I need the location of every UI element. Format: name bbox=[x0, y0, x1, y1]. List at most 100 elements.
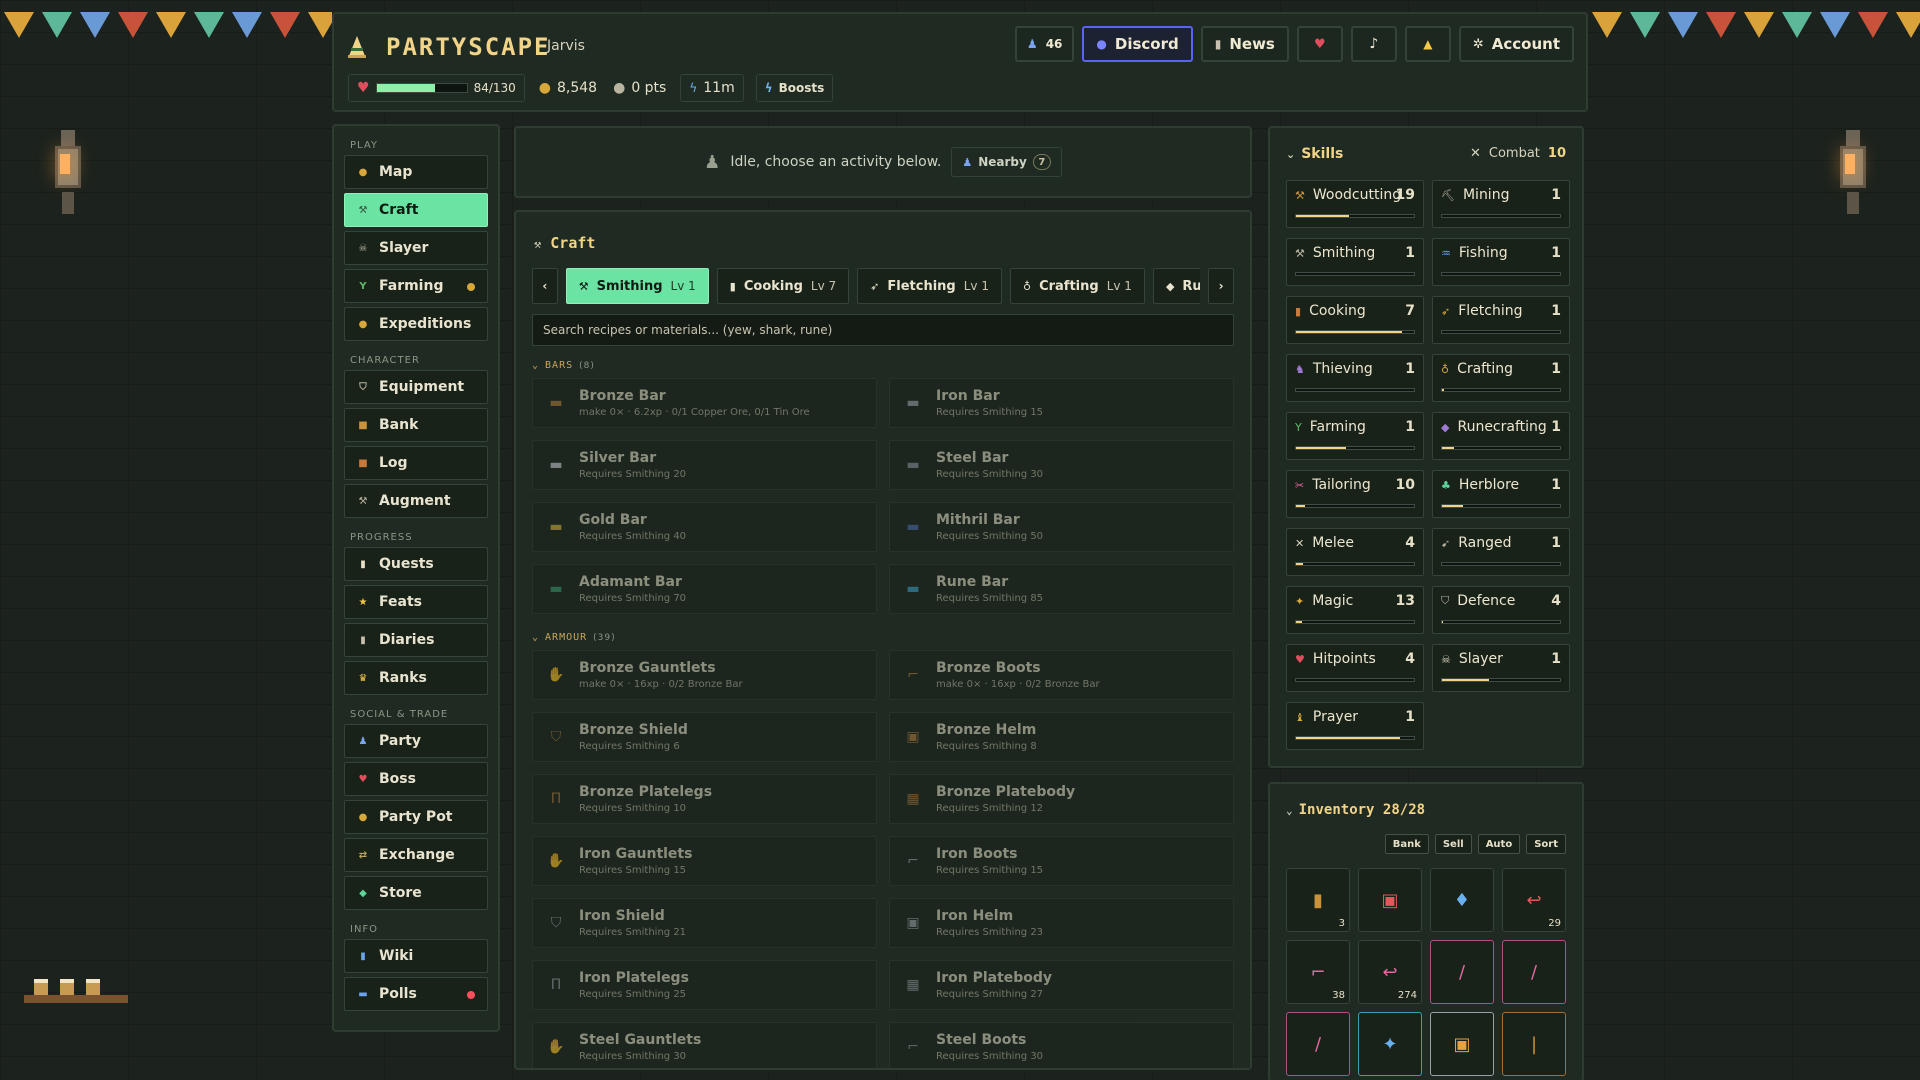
tab-cooking[interactable]: ▮ Cooking Lv 7 bbox=[716, 268, 850, 304]
recipe-rune-bar[interactable]: ▬ Rune Bar Requires Smithing 85 bbox=[889, 564, 1234, 614]
sidebar-item-store[interactable]: ◆ Store bbox=[344, 876, 488, 910]
inventory-slot[interactable]: ▣ bbox=[1430, 1012, 1494, 1076]
tab-fletching[interactable]: ➶ Fletching Lv 1 bbox=[857, 268, 1002, 304]
inventory-slot[interactable]: ⌐ 38 bbox=[1286, 940, 1350, 1004]
skill-crafting[interactable]: ♁ Crafting 1 bbox=[1432, 354, 1570, 402]
inventory-slot[interactable]: / bbox=[1286, 1012, 1350, 1076]
skill-farming[interactable]: Y Farming 1 bbox=[1286, 412, 1424, 460]
tabs-next-button[interactable]: › bbox=[1208, 268, 1235, 304]
sidebar-item-boss[interactable]: ♥ Boss bbox=[344, 762, 488, 796]
favorite-button[interactable]: ♥ bbox=[1296, 26, 1343, 62]
recipe-steel-boots[interactable]: ⌐ Steel Boots Requires Smithing 30 bbox=[889, 1022, 1234, 1068]
recipe-silver-bar[interactable]: ▬ Silver Bar Requires Smithing 20 bbox=[532, 440, 877, 490]
sidebar-item-log[interactable]: ■ Log bbox=[344, 446, 488, 480]
tab-runecrafting[interactable]: ◆ Runecrafting bbox=[1152, 268, 1201, 304]
recipe-gold-bar[interactable]: ▬ Gold Bar Requires Smithing 40 bbox=[532, 502, 877, 552]
recipe-bronze-bar[interactable]: ▬ Bronze Bar make 0× · 6.2xp · 0/1 Copper … bbox=[532, 378, 877, 428]
recipe-bronze-gauntlets[interactable]: ✋ Bronze Gauntlets make 0× · 16xp · 0/2 Br… bbox=[532, 650, 877, 700]
sidebar-item-polls[interactable]: ▬ Polls bbox=[344, 977, 488, 1011]
sidebar-item-farming[interactable]: Y Farming bbox=[344, 269, 488, 303]
online-count-button[interactable]: ♟ 46 bbox=[1014, 26, 1075, 62]
tabs-prev-button[interactable]: ‹ bbox=[532, 268, 558, 304]
sidebar-item-exchange[interactable]: ⇄ Exchange bbox=[344, 838, 488, 872]
skill-cooking[interactable]: ▮ Cooking 7 bbox=[1286, 296, 1424, 344]
sidebar-item-bank[interactable]: ■ Bank bbox=[344, 408, 488, 442]
skill-tailoring[interactable]: ✂ Tailoring 10 bbox=[1286, 470, 1424, 518]
sidebar-item-expeditions[interactable]: ● Expeditions bbox=[344, 307, 488, 341]
recipe-iron-bar[interactable]: ▬ Iron Bar Requires Smithing 15 bbox=[889, 378, 1234, 428]
recipe-search-input[interactable] bbox=[532, 314, 1234, 346]
recipe-iron-shield[interactable]: ⛉ Iron Shield Requires Smithing 21 bbox=[532, 898, 877, 948]
recipe-bronze-shield[interactable]: ⛉ Bronze Shield Requires Smithing 6 bbox=[532, 712, 877, 762]
tab-label: Fletching bbox=[887, 278, 956, 294]
skill-defence[interactable]: ⛉ Defence 4 bbox=[1432, 586, 1570, 634]
inventory-slot[interactable]: ♦ bbox=[1430, 868, 1494, 932]
skill-thieving[interactable]: ♞ Thieving 1 bbox=[1286, 354, 1424, 402]
inventory-slot[interactable]: ↩ 274 bbox=[1358, 940, 1422, 1004]
recipe-mithril-bar[interactable]: ▬ Mithril Bar Requires Smithing 50 bbox=[889, 502, 1234, 552]
inventory-auto-button[interactable]: Auto bbox=[1477, 834, 1521, 854]
notifications-button[interactable]: ▲ bbox=[1404, 26, 1451, 62]
sidebar-item-feats[interactable]: ★ Feats bbox=[344, 585, 488, 619]
skill-slayer[interactable]: ☠ Slayer 1 bbox=[1432, 644, 1570, 692]
skill-herblore[interactable]: ♣ Herblore 1 bbox=[1432, 470, 1570, 518]
inventory-slot[interactable]: / bbox=[1502, 940, 1566, 1004]
inventory-slot[interactable]: ▮ 3 bbox=[1286, 868, 1350, 932]
sidebar-item-diaries[interactable]: ▮ Diaries bbox=[344, 623, 488, 657]
music-button[interactable]: ♪ bbox=[1350, 26, 1397, 62]
skill-mining[interactable]: ⛏ Mining 1 bbox=[1432, 180, 1570, 228]
recipe-bronze-platebody[interactable]: ▦ Bronze Platebody Requires Smithing 12 bbox=[889, 774, 1234, 824]
inventory-header[interactable]: ⌄ Inventory 28/28 bbox=[1286, 802, 1425, 818]
sidebar-item-craft[interactable]: ⚒ Craft bbox=[344, 193, 488, 227]
inventory-slot[interactable]: ↩ 29 bbox=[1502, 868, 1566, 932]
inventory-slot[interactable]: ✦ bbox=[1358, 1012, 1422, 1076]
news-button[interactable]: ▮ News bbox=[1200, 26, 1289, 62]
skill-runecrafting[interactable]: ◆ Runecrafting 1 bbox=[1432, 412, 1570, 460]
recipe-bronze-platelegs[interactable]: Π Bronze Platelegs Requires Smithing 10 bbox=[532, 774, 877, 824]
inventory-slot[interactable]: / bbox=[1430, 940, 1494, 1004]
recipe-iron-platebody[interactable]: ▦ Iron Platebody Requires Smithing 27 bbox=[889, 960, 1234, 1010]
skill-hitpoints[interactable]: ♥ Hitpoints 4 bbox=[1286, 644, 1424, 692]
sidebar-item-quests[interactable]: ▮ Quests bbox=[344, 547, 488, 581]
recipe-adamant-bar[interactable]: ▬ Adamant Bar Requires Smithing 70 bbox=[532, 564, 877, 614]
category-armour[interactable]: ⌄ ARMOUR (39) bbox=[532, 632, 616, 643]
inventory-slot[interactable]: ▣ bbox=[1358, 868, 1422, 932]
recipe-iron-platelegs[interactable]: Π Iron Platelegs Requires Smithing 25 bbox=[532, 960, 877, 1010]
recipe-iron-gauntlets[interactable]: ✋ Iron Gauntlets Requires Smithing 15 bbox=[532, 836, 877, 886]
recipe-bronze-helm[interactable]: ▣ Bronze Helm Requires Smithing 8 bbox=[889, 712, 1234, 762]
inventory-bank-button[interactable]: Bank bbox=[1384, 834, 1429, 854]
skill-fishing[interactable]: ♒ Fishing 1 bbox=[1432, 238, 1570, 286]
sidebar-item-map[interactable]: ● Map bbox=[344, 155, 488, 189]
boosts-button[interactable]: ϟ Boosts bbox=[755, 74, 834, 102]
skills-header[interactable]: ⌄ Skills bbox=[1286, 146, 1343, 162]
tab-smithing[interactable]: ⚒ Smithing Lv 1 bbox=[565, 268, 709, 304]
sidebar-item-slayer[interactable]: ☠ Slayer bbox=[344, 231, 488, 265]
discord-button[interactable]: ● Discord bbox=[1082, 26, 1193, 62]
recipe-iron-boots[interactable]: ⌐ Iron Boots Requires Smithing 15 bbox=[889, 836, 1234, 886]
sidebar-item-augment[interactable]: ⚒ Augment bbox=[344, 484, 488, 518]
inventory-slot[interactable]: | bbox=[1502, 1012, 1566, 1076]
inventory-sell-button[interactable]: Sell bbox=[1434, 834, 1472, 854]
skill-ranged[interactable]: ➹ Ranged 1 bbox=[1432, 528, 1570, 576]
skill-magic[interactable]: ✦ Magic 13 bbox=[1286, 586, 1424, 634]
recipe-steel-bar[interactable]: ▬ Steel Bar Requires Smithing 30 bbox=[889, 440, 1234, 490]
inventory-sort-button[interactable]: Sort bbox=[1526, 834, 1566, 854]
tab-crafting[interactable]: ♁ Crafting Lv 1 bbox=[1010, 268, 1145, 304]
sidebar-item-equipment[interactable]: ⛉ Equipment bbox=[344, 370, 488, 404]
skill-woodcutting[interactable]: ⚒ Woodcutting 19 bbox=[1286, 180, 1424, 228]
skill-melee[interactable]: ✕ Melee 4 bbox=[1286, 528, 1424, 576]
account-button[interactable]: ✲ Account bbox=[1458, 26, 1574, 62]
sidebar-item-wiki[interactable]: ▮ Wiki bbox=[344, 939, 488, 973]
recipe-iron-helm[interactable]: ▣ Iron Helm Requires Smithing 23 bbox=[889, 898, 1234, 948]
skill-prayer[interactable]: ♝ Prayer 1 bbox=[1286, 702, 1424, 750]
category-bars[interactable]: ⌄ BARS (8) bbox=[532, 360, 595, 371]
sidebar-item-ranks[interactable]: ♛ Ranks bbox=[344, 661, 488, 695]
recipe-steel-gauntlets[interactable]: ✋ Steel Gauntlets Requires Smithing 30 bbox=[532, 1022, 877, 1068]
recipe-bronze-boots[interactable]: ⌐ Bronze Boots make 0× · 16xp · 0/2 Bronze… bbox=[889, 650, 1234, 700]
chevron-down-icon: ⌄ bbox=[1286, 147, 1296, 161]
nearby-button[interactable]: ♟ Nearby 7 bbox=[951, 147, 1062, 177]
skill-fletching[interactable]: ➶ Fletching 1 bbox=[1432, 296, 1570, 344]
sidebar-item-party[interactable]: ♟ Party bbox=[344, 724, 488, 758]
sidebar-item-party-pot[interactable]: ● Party Pot bbox=[344, 800, 488, 834]
skill-smithing[interactable]: ⚒ Smithing 1 bbox=[1286, 238, 1424, 286]
